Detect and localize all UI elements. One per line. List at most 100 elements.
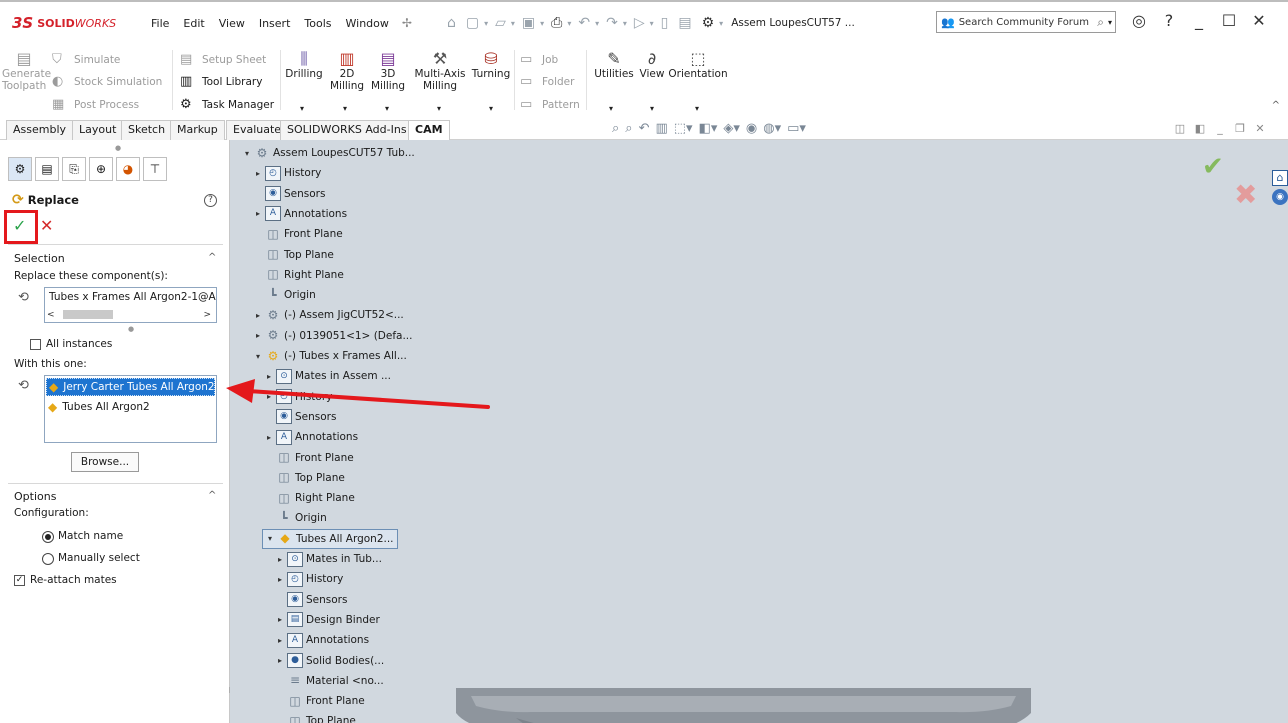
orientation-button[interactable]: ⬚ Orientation (668, 50, 728, 81)
tree-item[interactable]: ▸ ⊙ Mates in Tub... (273, 549, 382, 569)
expand-toggle-icon[interactable]: ▸ (262, 433, 276, 442)
generate-toolpath-button[interactable]: ▤ Generate Toolpath (2, 50, 51, 93)
menu-tools[interactable]: Tools (297, 17, 338, 30)
user-account-icon[interactable]: ◎ (1124, 11, 1154, 30)
tree-item[interactable]: ◉ Sensors (251, 184, 325, 204)
tree-item[interactable]: ▸ ● Solid Bodies(... (273, 651, 384, 671)
tree-item[interactable]: ◫ Right Plane (262, 488, 354, 508)
tree-item[interactable]: ▾ ⚙ Assem LoupesCUT57 Tub... (240, 143, 415, 163)
scroll-left-icon[interactable]: < (47, 310, 55, 320)
tree-item[interactable]: ◫ Front Plane (273, 691, 364, 711)
view-settings-icon[interactable]: ▭▾ (787, 121, 806, 136)
file-properties-icon[interactable]: ▤ (678, 15, 691, 31)
view-orientation-icon[interactable]: ⬚▾ (674, 121, 693, 136)
utilities-button[interactable]: ✎ Utilities (592, 50, 636, 81)
home-icon[interactable]: ⌂ (447, 15, 456, 31)
open-icon[interactable]: ▱ (495, 15, 506, 31)
multi-axis-milling-button[interactable]: ⚒ Multi-Axis Milling (412, 50, 468, 93)
tree-item[interactable]: ≡ Material <no... (273, 671, 384, 691)
drilling-button[interactable]: ⫼ Drilling (284, 50, 324, 81)
print-icon[interactable]: ⎙ (551, 15, 562, 31)
expand-toggle-icon[interactable]: ▸ (251, 169, 265, 178)
milling-2d-button[interactable]: ▥ 2D Milling (330, 50, 364, 93)
section-view-icon[interactable]: ▥ (655, 121, 667, 136)
configurationmanager-tab-icon[interactable]: ⎘ (62, 157, 86, 181)
tab-assembly[interactable]: Assembly (6, 120, 74, 140)
doc-close-icon[interactable]: ✕ (1250, 122, 1270, 135)
collapse-caret-icon[interactable]: ^ (208, 252, 216, 263)
menu-file[interactable]: File (144, 17, 176, 30)
scene-icon[interactable]: ◍▾ (763, 121, 781, 136)
expand-toggle-icon[interactable]: ▸ (262, 392, 276, 401)
featuremanager-tab-icon[interactable]: ⚙ (8, 157, 32, 181)
confirm-cancel-icon[interactable]: ✖ (1234, 178, 1257, 211)
menu-view[interactable]: View (212, 17, 252, 30)
chevron-down-icon[interactable]: ▾ (484, 19, 488, 28)
simulate-button[interactable]: ⛉ Simulate (52, 52, 120, 67)
tree-item[interactable]: ┗ Origin (262, 508, 326, 528)
options-gear-icon[interactable]: ⚙ (702, 15, 715, 31)
scroll-thumb[interactable] (62, 310, 113, 319)
loupe-frame-model[interactable] (456, 688, 1031, 723)
chevron-down-icon[interactable]: ▾ (567, 19, 571, 28)
milling-3d-dropdown-icon[interactable]: ▾ (385, 104, 389, 113)
ok-check-button[interactable]: ✓ (13, 216, 26, 235)
reattach-mates-checkbox[interactable]: ✓ (14, 575, 25, 586)
menu-window[interactable]: Window (339, 17, 396, 30)
minimize-icon[interactable]: _ (1184, 11, 1214, 30)
help-icon[interactable]: ? (1154, 11, 1184, 30)
confirm-ok-icon[interactable]: ✔ (1202, 152, 1224, 182)
tree-item[interactable]: ▸ ◴ History (251, 163, 321, 183)
cam-tab-icon[interactable]: ⊤ (143, 157, 167, 181)
stock-simulation-button[interactable]: ◐ Stock Simulation (52, 74, 162, 89)
traffic-light-icon[interactable]: ▯ (661, 15, 669, 31)
tree-item[interactable]: ▸ ⚙ (-) 0139051<1> (Defa... (251, 326, 413, 346)
panel-splitter[interactable]: ● (115, 144, 121, 152)
propertymanager-tab-icon[interactable]: ▤ (35, 157, 59, 181)
search-dropdown-icon[interactable]: ▾ (1108, 18, 1112, 27)
tree-item[interactable]: ▸ A Annotations (262, 427, 358, 447)
expand-toggle-icon[interactable]: ▸ (273, 656, 287, 665)
turning-dropdown-icon[interactable]: ▾ (489, 104, 493, 113)
chevron-down-icon[interactable]: ▾ (511, 19, 515, 28)
replace-component-item[interactable]: Tubes x Frames All Argon2-1@Asse (49, 291, 216, 303)
post-process-button[interactable]: ▦ Post Process (52, 97, 139, 112)
tab-layout[interactable]: Layout (72, 120, 124, 140)
view-button[interactable]: ∂ View (637, 50, 667, 81)
tab-sketch[interactable]: Sketch (121, 120, 173, 140)
replace-components-list[interactable]: Tubes x Frames All Argon2-1@Asse < > (44, 287, 217, 323)
tree-item[interactable]: ▾ ◆ Tubes All Argon2... (262, 528, 398, 549)
hide-show-items-icon[interactable]: ◈▾ (723, 121, 740, 136)
expand-toggle-icon[interactable]: ▸ (273, 636, 287, 645)
tree-item[interactable]: ◫ Top Plane (273, 711, 356, 723)
display-style-icon[interactable]: ◧▾ (699, 121, 718, 136)
tree-item[interactable]: ▸ A Annotations (251, 204, 347, 224)
collapse-caret-icon[interactable]: ^ (208, 490, 216, 501)
replacement-option-jerry-carter[interactable]: ◆ Jerry Carter Tubes All Argon2 (46, 378, 215, 396)
chevron-down-icon[interactable]: ▾ (623, 19, 627, 28)
zoom-to-area-icon[interactable]: ⌕ (625, 121, 632, 136)
cancel-x-button[interactable]: ✕ (40, 216, 53, 235)
tree-item[interactable]: ◫ Front Plane (251, 224, 342, 244)
chevron-down-icon[interactable]: ▾ (540, 19, 544, 28)
tree-item[interactable]: ◫ Right Plane (251, 265, 343, 285)
tree-item[interactable]: ▾ ⚙ (-) Tubes x Frames All... (251, 346, 407, 366)
maximize-icon[interactable]: ☐ (1214, 11, 1244, 30)
tree-item[interactable]: ◫ Top Plane (251, 245, 334, 265)
match-name-radio[interactable] (42, 531, 54, 543)
tree-item[interactable]: ▸ ◴ History (273, 569, 343, 589)
new-document-icon[interactable]: ▢ (466, 15, 479, 31)
chevron-down-icon[interactable]: ▾ (595, 19, 599, 28)
all-instances-checkbox[interactable] (30, 339, 41, 350)
graphics-area[interactable]: ▾ ⚙ Assem LoupesCUT57 Tub... ▸ ◴ History ◉ Sens… (230, 140, 1288, 723)
tree-item[interactable]: ◫ Front Plane (262, 448, 353, 468)
expand-toggle-icon[interactable]: ▸ (273, 615, 287, 624)
tab-markup[interactable]: Markup (170, 120, 225, 140)
setup-sheet-button[interactable]: ▤ Setup Sheet (180, 52, 266, 67)
expand-toggle-icon[interactable]: ▾ (263, 534, 277, 543)
tab-evaluate[interactable]: Evaluate (226, 120, 289, 140)
pattern-button[interactable]: ▭ Pattern (520, 97, 580, 112)
view-cube-icon[interactable]: ◉ (1272, 189, 1288, 205)
view-dropdown-icon[interactable]: ▾ (650, 104, 654, 113)
expand-toggle-icon[interactable]: ▸ (251, 331, 265, 340)
